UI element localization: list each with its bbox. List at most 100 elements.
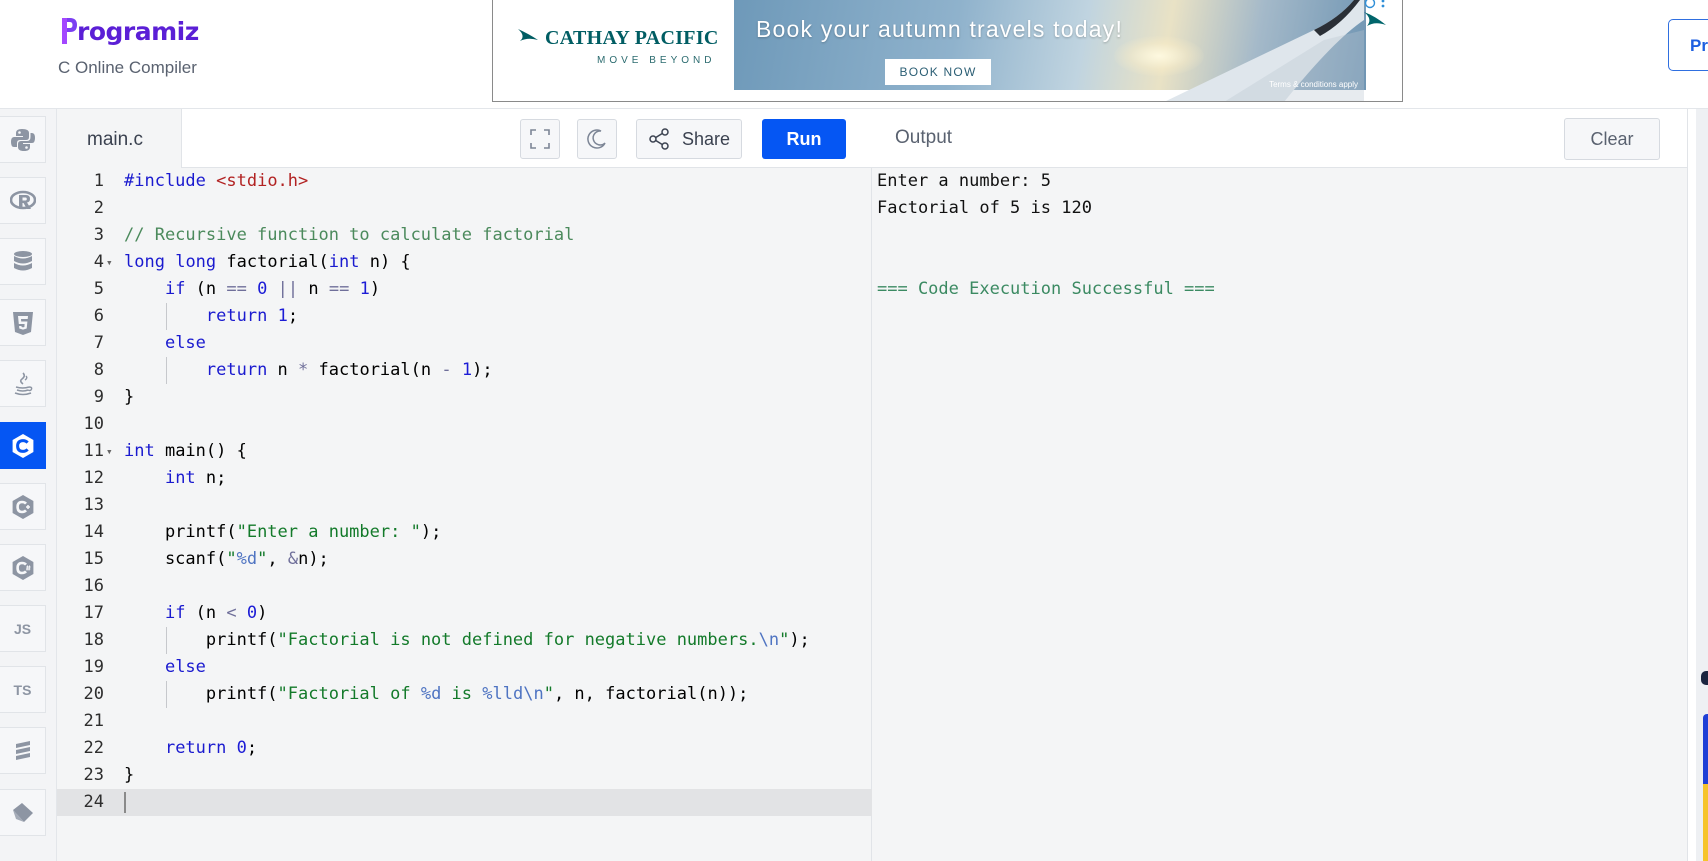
code-editor[interactable]: 1 #include <stdio.h> 2 3// Recursive func… [57,168,872,861]
programiz-logo[interactable]: rogramiz [59,14,199,48]
fullscreen-button[interactable] [520,119,560,159]
line-number: 18 [83,630,104,650]
code-line: 7 else [57,330,872,357]
r-icon [9,190,36,209]
sidebar-item-javascript[interactable]: JS [0,605,46,652]
top-header: rogramiz C Online Compiler CATHAY PACIFI… [0,0,1708,109]
language-sidebar: JS TS [0,109,57,861]
code-line: 10 [57,411,872,438]
fold-toggle-icon[interactable]: ▾ [106,249,116,276]
sidebar-item-python[interactable] [0,116,46,163]
fullscreen-icon [530,129,550,149]
line-number: 14 [83,522,104,542]
code-line: 16 [57,573,872,600]
output-header: Output Clear [872,109,1687,168]
dark-mode-button[interactable] [577,119,617,159]
sidebar-item-csharp[interactable] [0,544,46,591]
line-number: 3 [93,225,104,245]
fold-toggle-icon[interactable]: ▾ [106,438,116,465]
clear-button[interactable]: Clear [1564,118,1660,160]
ad-terms: Terms & conditions apply [1269,80,1358,89]
line-number: 21 [83,711,104,731]
code-line: 2 [57,195,872,222]
output-pane: Output Clear Enter a number: 5 Factorial… [872,109,1687,861]
line-number: 4 [93,252,104,272]
advertisement-banner[interactable]: CATHAY PACIFIC MOVE BEYOND Book your aut… [492,0,1403,102]
page-subtitle: C Online Compiler [58,58,197,77]
sidebar-item-java[interactable] [0,360,46,407]
line-number: 11 [83,441,104,461]
csharp-icon [12,555,33,580]
typescript-icon: TS [13,681,32,698]
line-number: 6 [93,306,104,326]
ad-brand: CATHAY PACIFIC [517,26,719,50]
sidebar-item-swift[interactable] [0,789,46,836]
sidebar-item-go[interactable] [0,727,46,774]
code-line: 5 if (n == 0 || n == 1) [57,276,872,303]
code-line: 4 ▾ long long factorial(int n) { [57,249,872,276]
sidebar-item-html[interactable] [0,299,46,346]
ad-brand-name: CATHAY PACIFIC [545,26,719,49]
line-number: 24 [83,792,104,812]
java-icon [14,371,32,395]
text-cursor [124,792,126,813]
line-number: 12 [83,468,104,488]
line-number: 19 [83,657,104,677]
code-line: 6 return 1; [57,303,872,330]
line-number: 9 [93,387,104,407]
compiler-app: rogramiz C Online Compiler CATHAY PACIFI… [0,0,1708,861]
line-number: 16 [83,576,104,596]
file-tab-main-c[interactable]: main.c [57,109,182,168]
ad-image: Book your autumn travels today! BOOK NOW… [734,0,1366,101]
sidebar-item-cpp[interactable] [0,483,46,530]
run-button[interactable]: Run [762,119,846,159]
html5-icon [12,311,33,335]
c-icon [12,433,33,458]
sidebar-item-sql[interactable] [0,238,46,285]
swift-icon [12,802,33,822]
ad-info-icon[interactable] [1362,0,1388,30]
share-icon [649,128,669,150]
output-line: Factorial of 5 is 120 [877,198,1092,218]
pro-button[interactable]: Pr [1668,19,1708,71]
code-line-current[interactable]: 24 [57,789,872,816]
logo-wordmark: rogramiz [77,16,199,46]
code-line: 9} [57,384,872,411]
ad-book-now-button[interactable]: BOOK NOW [885,59,991,85]
code-line: 14 printf("Enter a number: "); [57,519,872,546]
code-line: 12 int n; [57,465,872,492]
code-line: 20 printf("Factorial of %d is %lld\n", n… [57,681,872,708]
line-number: 23 [83,765,104,785]
sidebar-item-typescript[interactable]: TS [0,666,46,713]
programiz-logo-icon [62,18,77,44]
right-strip-yellow-bar [1703,784,1708,861]
code-line: 13 [57,492,872,519]
line-number: 20 [83,684,104,704]
ad-headline: Book your autumn travels today! [756,16,1124,42]
javascript-icon: JS [13,620,32,637]
line-number: 1 [93,171,104,191]
code-line: 18 printf("Factorial is not defined for … [57,627,872,654]
line-number: 15 [83,549,104,569]
share-label: Share [681,128,731,149]
sidebar-item-r[interactable] [0,177,46,224]
execution-status: === Code Execution Successful === [877,279,1215,299]
code-line: 3// Recursive function to calculate fact… [57,222,872,249]
share-button[interactable]: Share [636,119,742,159]
line-number: 22 [83,738,104,758]
right-ad-strip [1687,109,1708,861]
sql-icon [13,250,32,270]
line-number: 8 [93,360,104,380]
output-line: Enter a number: 5 [877,171,1051,191]
right-strip-dot [1701,671,1708,685]
line-number: 17 [83,603,104,623]
code-line: 8 return n * factorial(n - 1); [57,357,872,384]
line-number: 5 [93,279,104,299]
line-number: 7 [93,333,104,353]
go-icon [15,740,30,760]
code-line: 11 ▾ int main() { [57,438,872,465]
sidebar-item-c[interactable] [0,422,46,469]
code-line: 21 [57,708,872,735]
cathay-pacific-logo-icon [518,29,538,41]
line-number: 2 [93,198,104,218]
